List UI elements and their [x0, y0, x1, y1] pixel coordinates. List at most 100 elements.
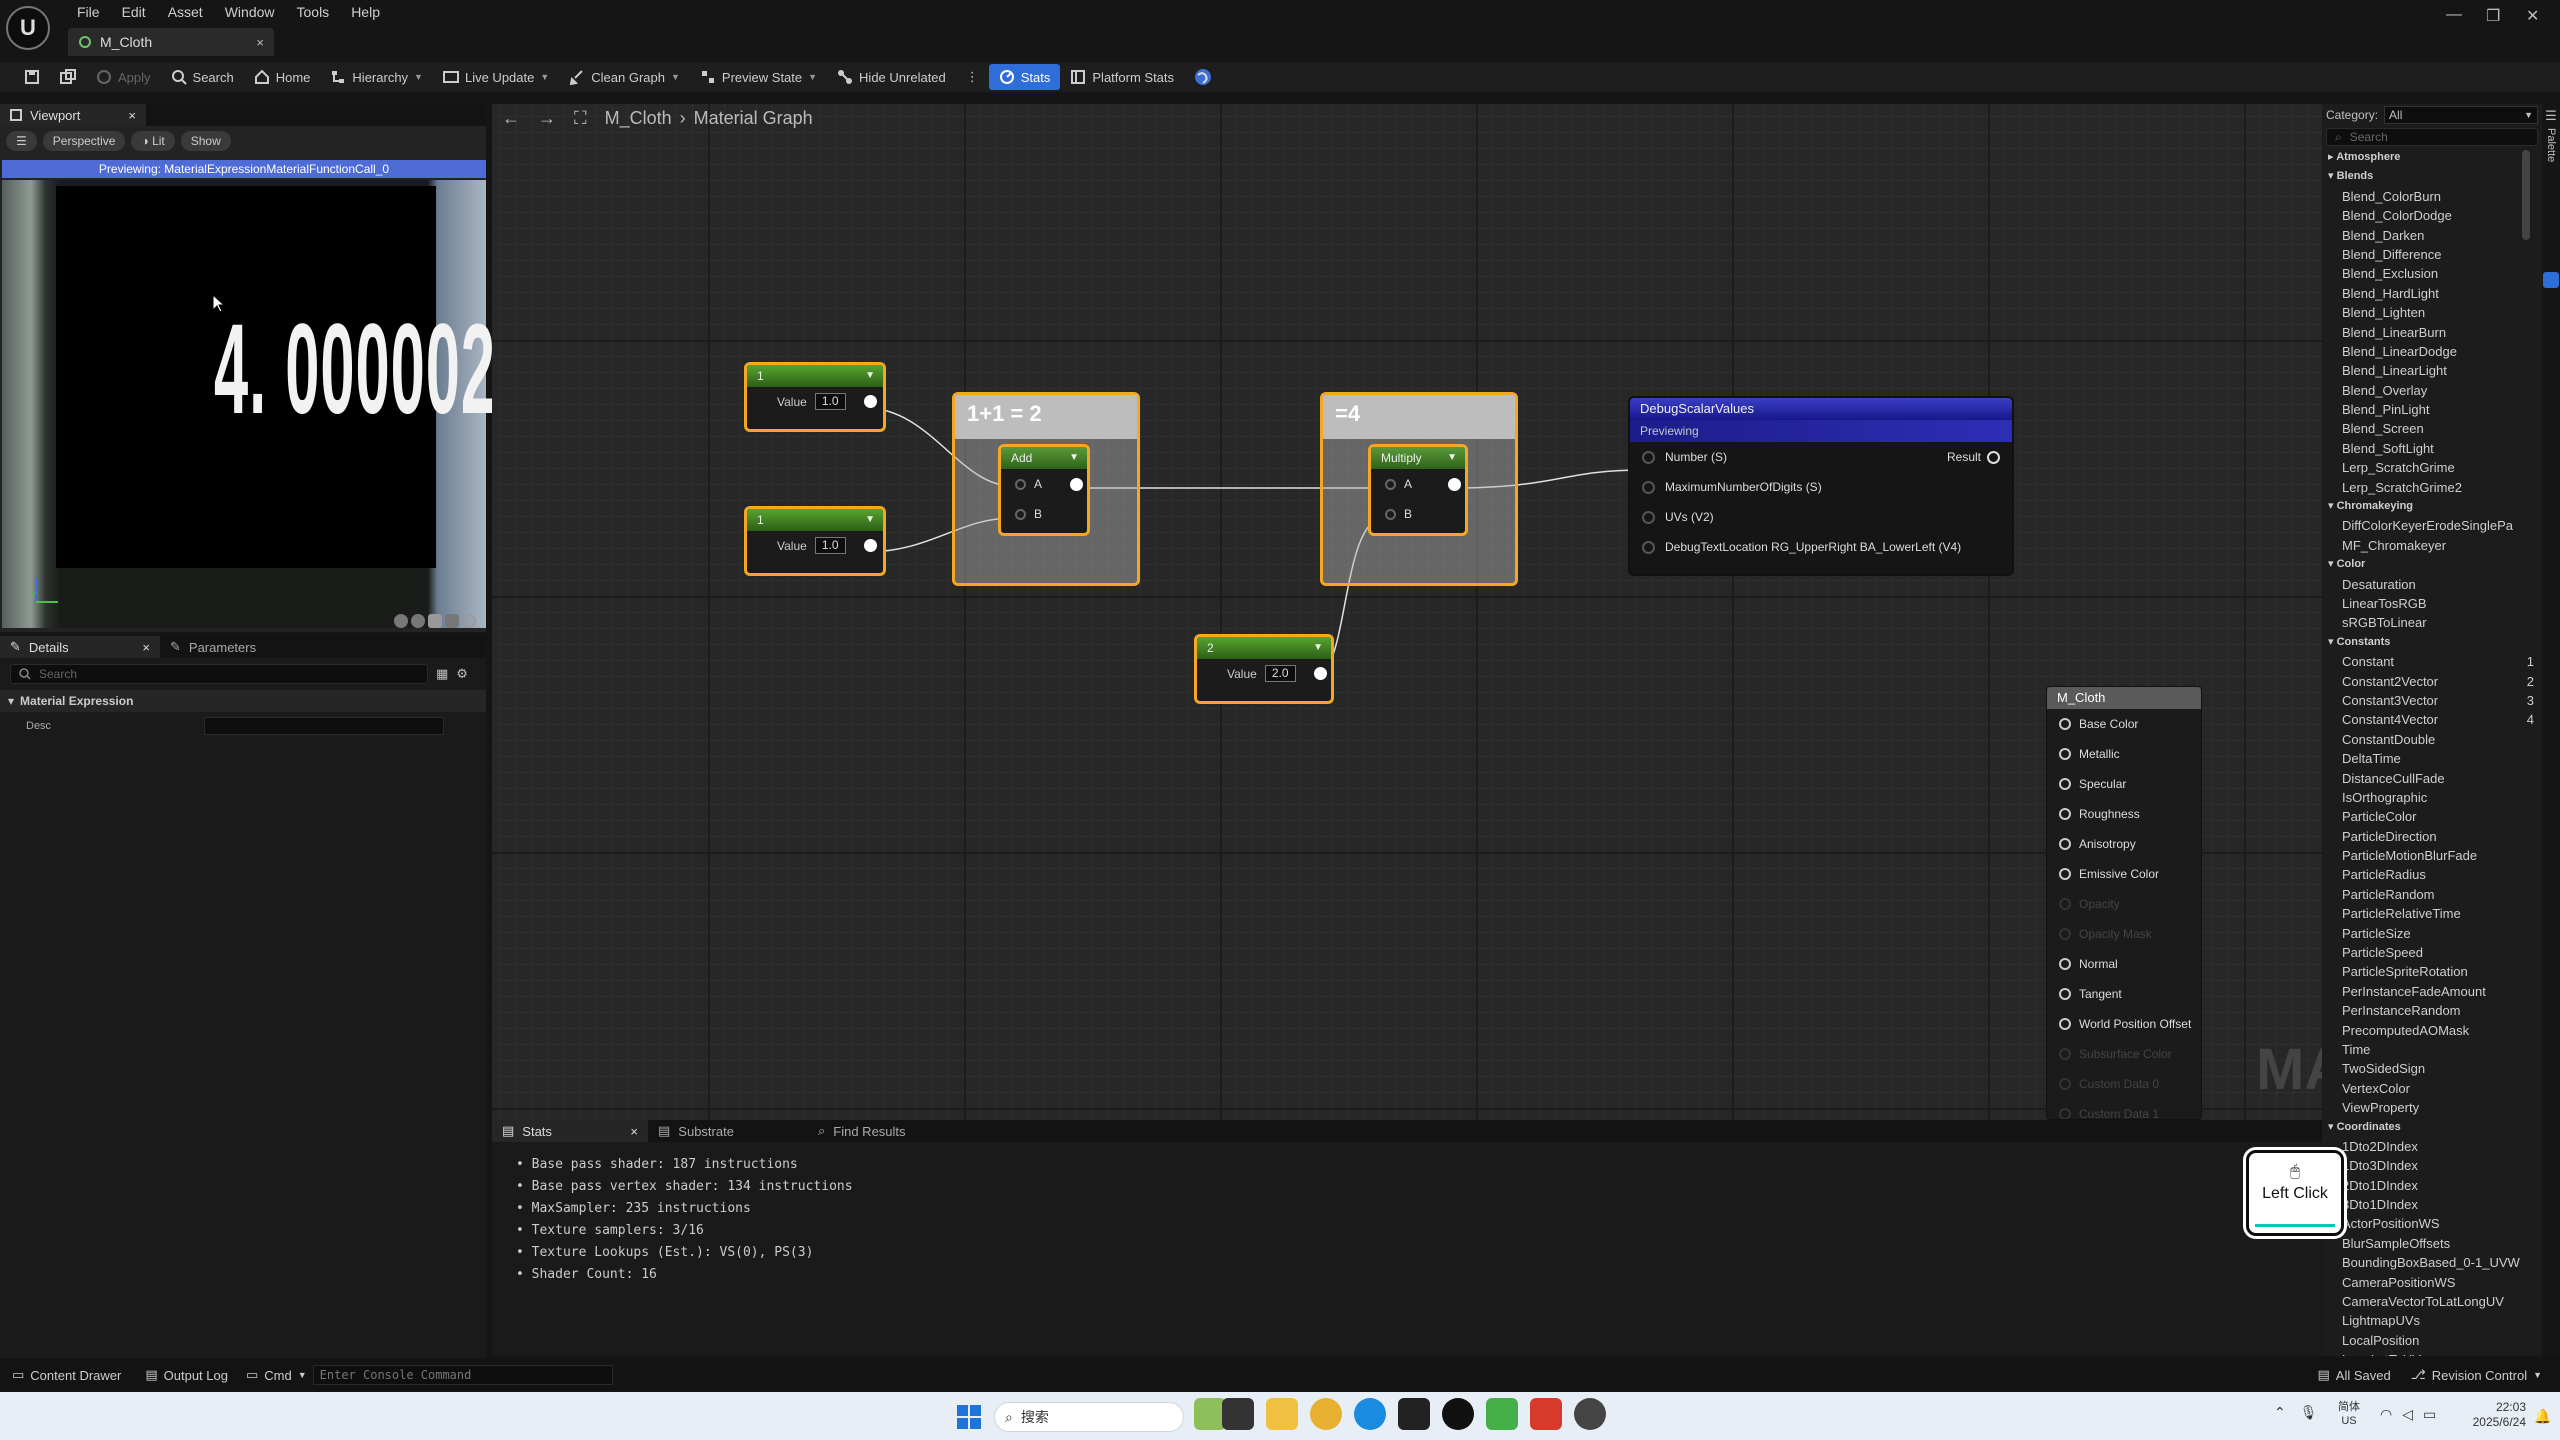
palette-category[interactable]: ▾ Coordinates	[2322, 1118, 2542, 1137]
result-pin-row[interactable]: Base Color	[2047, 709, 2201, 739]
console-command-input[interactable]	[312, 1365, 613, 1385]
constant-node-1a[interactable]: 1 ▼ Value 1.0	[744, 362, 886, 432]
palette-item[interactable]: Blend_LinearLight	[2322, 361, 2542, 380]
palette-item[interactable]: LightmapUVs	[2322, 1311, 2542, 1330]
debug-input-uvs[interactable]: UVs (V2)	[1630, 502, 2012, 532]
all-saved-indicator[interactable]: ▤ All Saved	[2306, 1367, 2403, 1383]
palette-item[interactable]: ParticleRelativeTime	[2322, 904, 2542, 923]
palette-item[interactable]: Desaturation	[2322, 575, 2542, 594]
palette-item[interactable]: Blend_Exclusion	[2322, 264, 2542, 283]
palette-item[interactable]: Blend_Darken	[2322, 226, 2542, 245]
wechat-icon[interactable]	[1486, 1398, 1518, 1430]
result-pin-row[interactable]: World Position Offset	[2047, 1009, 2201, 1039]
palette-item[interactable]: LongLatToUV	[2322, 1350, 2542, 1356]
palette-item[interactable]: ParticleSpeed	[2322, 943, 2542, 962]
palette-item[interactable]: BoundingBoxBased_0-1_UVW	[2322, 1253, 2542, 1272]
debug-input-number[interactable]: Number (S) Result	[1630, 442, 2012, 472]
debug-input-max-digits[interactable]: MaximumNumberOfDigits (S)	[1630, 472, 2012, 502]
result-pin-row[interactable]: Metallic	[2047, 739, 2201, 769]
cmd-dropdown[interactable]: ▭ Cmd ▼	[240, 1367, 313, 1383]
palette-item[interactable]: Blend_SoftLight	[2322, 439, 2542, 458]
palette-item[interactable]: VertexColor	[2322, 1079, 2542, 1098]
palette-item[interactable]: PerInstanceFadeAmount	[2322, 982, 2542, 1001]
debug-input-text-location[interactable]: DebugTextLocation RG_UpperRight BA_Lower…	[1630, 532, 2012, 562]
recorder-app-icon[interactable]	[1574, 1398, 1606, 1430]
result-pin-row[interactable]: Custom Data 0	[2047, 1069, 2201, 1099]
palette-item[interactable]: Blend_ColorBurn	[2322, 187, 2542, 206]
palette-item[interactable]: 1Dto3DIndex	[2322, 1156, 2542, 1175]
palette-category[interactable]: ▾ Color	[2322, 555, 2542, 574]
palette-item[interactable]: Blend_Overlay	[2322, 381, 2542, 400]
content-drawer-button[interactable]: ▭ Content Drawer	[0, 1367, 133, 1383]
result-pin-row[interactable]: Custom Data 1	[2047, 1099, 2201, 1119]
add-input-a[interactable]: A	[1001, 469, 1087, 499]
debug-output-result[interactable]: Result	[1947, 450, 2012, 464]
battery-icon[interactable]: ▭	[2423, 1406, 2436, 1423]
palette-item[interactable]: BlurSampleOffsets	[2322, 1234, 2542, 1253]
palette-item[interactable]: TwoSidedSign	[2322, 1059, 2542, 1078]
palette-item[interactable]: ParticleRandom	[2322, 885, 2542, 904]
palette-scrollbar[interactable]	[2522, 150, 2530, 240]
palette-item[interactable]: LocalPosition	[2322, 1331, 2542, 1350]
value-field[interactable]: 1.0	[814, 537, 846, 554]
revision-control-button[interactable]: ⎇ Revision Control ▼	[2403, 1367, 2560, 1383]
constant-node-1b[interactable]: 1 ▼ Value 1.0	[744, 506, 886, 576]
result-pin-row[interactable]: Specular	[2047, 769, 2201, 799]
palette-item[interactable]: Constant2Vector 2	[2322, 672, 2542, 691]
result-pin-row[interactable]: Opacity	[2047, 889, 2201, 919]
notification-bell-icon[interactable]: 🔔	[2534, 1408, 2551, 1425]
microphone-icon[interactable]: 🎙	[2300, 1404, 2318, 1421]
debug-scalar-values-node[interactable]: DebugScalarValues Previewing Number (S) R…	[1628, 396, 2014, 576]
palette-item[interactable]: 2Dto1DIndex	[2322, 1176, 2542, 1195]
output-pin[interactable]	[1448, 477, 1462, 491]
palette-item[interactable]: 1Dto2DIndex	[2322, 1137, 2542, 1156]
palette-item[interactable]: Blend_ColorDodge	[2322, 206, 2542, 225]
palette-menu-icon[interactable]: ☰	[2542, 108, 2560, 124]
multiply-node[interactable]: Multiply ▼ A B	[1368, 444, 1468, 536]
taskbar-clock[interactable]: 22:03 2025/6/24	[2466, 1400, 2526, 1430]
wifi-icon[interactable]: ◠	[2380, 1406, 2392, 1423]
output-pin[interactable]	[1313, 667, 1327, 680]
palette-item[interactable]: LinearTosRGB	[2322, 594, 2542, 613]
palette-item[interactable]: DeltaTime	[2322, 749, 2542, 768]
multiply-input-a[interactable]: A	[1371, 469, 1465, 499]
browser-app-icon[interactable]	[1310, 1398, 1342, 1430]
palette-item[interactable]: IsOrthographic	[2322, 788, 2542, 807]
tray-chevron-up-icon[interactable]: ⌃	[2274, 1404, 2286, 1421]
palette-item[interactable]: Time	[2322, 1040, 2542, 1059]
palette-item[interactable]: PrecomputedAOMask	[2322, 1021, 2542, 1040]
unreal-engine-icon[interactable]	[1442, 1398, 1474, 1430]
taskbar-search-box[interactable]: ⌕ 搜索	[994, 1402, 1184, 1432]
palette-item[interactable]: Constant3Vector 3	[2322, 691, 2542, 710]
palette-category[interactable]: ▾ Chromakeying	[2322, 497, 2542, 516]
input-language[interactable]: 简体 US	[2338, 1400, 2360, 1428]
category-dropdown[interactable]: All ▼	[2384, 106, 2538, 124]
output-pin[interactable]	[863, 395, 877, 408]
file-explorer-icon[interactable]	[1266, 1398, 1298, 1430]
task-view-icon[interactable]	[1222, 1398, 1254, 1430]
palette-item[interactable]: DistanceCullFade	[2322, 769, 2542, 788]
add-node[interactable]: Add ▼ A B	[998, 444, 1090, 536]
result-pin-row[interactable]: Opacity Mask	[2047, 919, 2201, 949]
constant-node-2[interactable]: 2 ▼ Value 2.0	[1194, 634, 1334, 704]
result-pin-row[interactable]: Roughness	[2047, 799, 2201, 829]
find-results-tab[interactable]: ⌕ Find Results	[808, 1120, 916, 1142]
palette-item[interactable]: ViewProperty	[2322, 1098, 2542, 1117]
palette-item[interactable]: DiffColorKeyerErodeSinglePa	[2322, 516, 2542, 535]
multiply-input-b[interactable]: B	[1371, 499, 1465, 529]
windows-start-icon[interactable]	[956, 1404, 982, 1430]
result-pin-row[interactable]: Normal	[2047, 949, 2201, 979]
volume-icon[interactable]: ◁	[2402, 1406, 2413, 1423]
result-pin-row[interactable]: Anisotropy	[2047, 829, 2201, 859]
chevron-down-icon[interactable]: ▼	[865, 365, 875, 387]
palette-item[interactable]: Blend_Lighten	[2322, 303, 2542, 322]
palette-item[interactable]: CameraPositionWS	[2322, 1273, 2542, 1292]
palette-item[interactable]: Blend_HardLight	[2322, 284, 2542, 303]
palette-item[interactable]: ParticleMotionBlurFade	[2322, 846, 2542, 865]
palette-item[interactable]: MF_Chromakeyer	[2322, 536, 2542, 555]
result-pin-row[interactable]: Subsurface Color	[2047, 1039, 2201, 1069]
result-pin-row[interactable]: Tangent	[2047, 979, 2201, 1009]
chevron-down-icon[interactable]: ▼	[1447, 447, 1457, 469]
palette-category[interactable]: ▾ Constants	[2322, 633, 2542, 652]
palette-item[interactable]: ParticleColor	[2322, 807, 2542, 826]
